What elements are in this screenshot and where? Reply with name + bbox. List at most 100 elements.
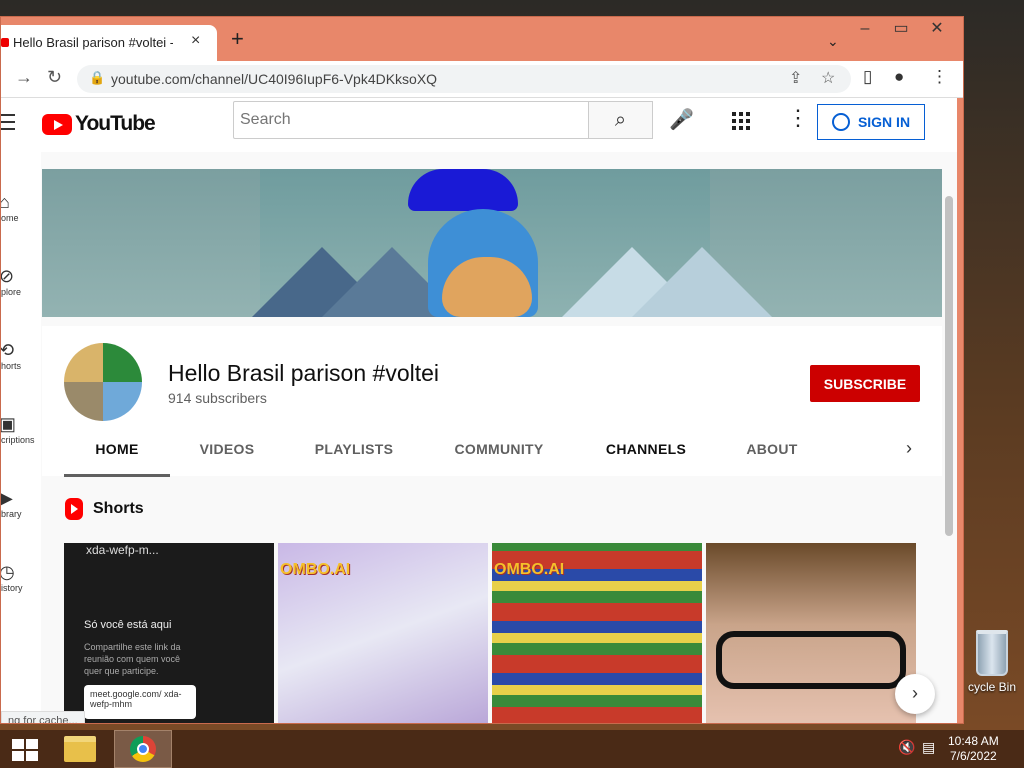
reload-icon[interactable]: ↻ bbox=[47, 67, 62, 88]
file-explorer-icon[interactable] bbox=[64, 736, 96, 762]
next-arrow-button[interactable]: › bbox=[895, 674, 935, 714]
home-icon: ⌂ bbox=[1, 192, 41, 213]
sidebar-item-explore[interactable]: ⊘plore bbox=[1, 266, 41, 297]
short-thumbnail[interactable]: OMBO.AI bbox=[492, 543, 702, 723]
youtube-logo-text: YouTube bbox=[75, 112, 156, 135]
youtube-play-icon bbox=[42, 113, 72, 135]
search-box[interactable] bbox=[233, 101, 589, 139]
sidebar-item-shorts[interactable]: ⟲horts bbox=[1, 340, 41, 371]
sidebar-item-label: criptions bbox=[1, 435, 35, 445]
character-hat bbox=[408, 169, 518, 211]
chrome-menu-icon[interactable]: ⋮ bbox=[931, 67, 948, 87]
thumbnail-link-box: meet.google.com/ xda-wefp-mhm bbox=[84, 685, 196, 719]
subscriptions-icon: ▣ bbox=[1, 414, 41, 435]
thumbnail-watermark: OMBO.AI bbox=[280, 561, 351, 578]
browser-toolbar: → ↻ 🔒 youtube.com/channel/UC40I96IupF6-V… bbox=[1, 61, 963, 98]
youtube-page: YouTube ⌕ 🎤 ⋮ SIGN IN ⌂ome ⊘plore ⟲horts… bbox=[1, 98, 957, 723]
youtube-logo[interactable]: YouTube bbox=[42, 112, 156, 135]
close-window-button[interactable]: ✕ bbox=[919, 17, 955, 45]
tab-community[interactable]: COMMUNITY bbox=[444, 424, 554, 474]
sign-in-button[interactable]: SIGN IN bbox=[817, 104, 925, 140]
sidebar-item-home[interactable]: ⌂ome bbox=[1, 192, 41, 223]
chrome-taskbar-button[interactable] bbox=[114, 730, 172, 768]
new-tab-button[interactable]: + bbox=[231, 28, 244, 50]
short-thumbnail[interactable]: xda-wefp-m... Só você está aqui Comparti… bbox=[64, 543, 274, 723]
share-icon[interactable]: ⇪ bbox=[789, 68, 802, 88]
thumbnail-subtext: Compartilhe este link da reunião com que… bbox=[84, 642, 181, 676]
menu-icon[interactable] bbox=[1, 114, 15, 135]
subscriber-count: 914 subscribers bbox=[168, 390, 267, 406]
short-thumbnail[interactable] bbox=[706, 543, 916, 723]
system-clock[interactable]: 10:48 AM 7/6/2022 bbox=[948, 734, 999, 764]
status-bar: ng for cache... bbox=[1, 711, 85, 723]
sidebar-item-library[interactable]: ▶brary bbox=[1, 488, 41, 519]
tab-videos[interactable]: VIDEOS bbox=[184, 424, 270, 474]
youtube-header: YouTube ⌕ 🎤 ⋮ SIGN IN bbox=[1, 98, 957, 152]
bookmark-star-icon[interactable]: ☆ bbox=[821, 68, 835, 88]
thumbnail-message: Só você está aqui bbox=[84, 619, 172, 631]
sidebar-item-label: istory bbox=[1, 583, 23, 593]
minimize-button[interactable]: – bbox=[847, 17, 883, 45]
address-bar[interactable]: 🔒 youtube.com/channel/UC40I96IupF6-Vpk4D… bbox=[77, 65, 851, 93]
settings-dots-icon[interactable]: ⋮ bbox=[787, 107, 809, 129]
shorts-icon: ⟲ bbox=[1, 340, 41, 361]
recycle-bin-icon bbox=[976, 630, 1008, 676]
page-scrollbar[interactable] bbox=[945, 196, 953, 536]
url-text[interactable]: youtube.com/channel/UC40I96IupF6-Vpk4DKk… bbox=[111, 71, 437, 87]
microphone-icon[interactable]: 🎤 bbox=[669, 107, 694, 132]
tab-close-icon[interactable]: × bbox=[191, 32, 200, 50]
apps-grid-icon[interactable] bbox=[732, 112, 750, 130]
tab-about[interactable]: ABOUT bbox=[734, 424, 810, 474]
thumbnail-watermark: OMBO.AI bbox=[494, 561, 565, 578]
profile-icon[interactable]: ● bbox=[894, 67, 904, 87]
search-input[interactable] bbox=[234, 102, 582, 138]
clock-time: 10:48 AM bbox=[948, 734, 999, 748]
shorts-header: Shorts bbox=[65, 498, 144, 520]
browser-window: Hello Brasil parison #voltei - You × + ⌄… bbox=[0, 16, 964, 724]
sidebar-item-history[interactable]: ◷istory bbox=[1, 562, 41, 593]
tab-home[interactable]: HOME bbox=[64, 424, 170, 477]
tab-channels[interactable]: CHANNELS bbox=[594, 424, 698, 474]
channel-banner bbox=[42, 169, 942, 317]
lock-icon[interactable]: 🔒 bbox=[89, 70, 105, 86]
tab-playlists[interactable]: PLAYLISTS bbox=[304, 424, 404, 474]
subscribe-button[interactable]: SUBSCRIBE bbox=[810, 365, 920, 402]
browser-tab[interactable]: Hello Brasil parison #voltei - You × bbox=[1, 25, 217, 61]
recycle-bin-label: cycle Bin bbox=[967, 680, 1017, 694]
chevron-right-icon: › bbox=[912, 683, 918, 703]
short-thumbnail[interactable]: OMBO.AI bbox=[278, 543, 488, 723]
glasses-shape bbox=[716, 631, 906, 689]
account-icon bbox=[831, 113, 850, 131]
explore-icon: ⊘ bbox=[1, 266, 41, 287]
sidebar-item-label: plore bbox=[1, 287, 22, 297]
tab-search-chevron-icon[interactable]: ⌄ bbox=[827, 33, 839, 50]
recycle-bin[interactable]: cycle Bin bbox=[962, 630, 1022, 694]
sidebar-item-label: brary bbox=[1, 509, 22, 519]
volume-muted-icon[interactable]: 🔇 bbox=[898, 739, 915, 756]
search-button[interactable]: ⌕ bbox=[589, 101, 653, 139]
tabs-scroll-right-icon[interactable]: › bbox=[906, 438, 912, 459]
forward-icon[interactable]: → bbox=[15, 67, 33, 88]
side-panel-icon[interactable]: ▯ bbox=[863, 67, 872, 87]
history-icon: ◷ bbox=[1, 562, 41, 583]
clock-date: 7/6/2022 bbox=[949, 749, 997, 763]
search-icon: ⌕ bbox=[614, 109, 627, 131]
sidebar-item-label: horts bbox=[1, 361, 22, 371]
sidebar-item-subscriptions[interactable]: ▣criptions bbox=[1, 414, 41, 445]
channel-header: Hello Brasil parison #voltei 914 subscri… bbox=[42, 326, 942, 477]
youtube-favicon-icon bbox=[1, 38, 9, 47]
sidebar: ⌂ome ⊘plore ⟲horts ▣criptions ▶brary ◷is… bbox=[1, 152, 41, 723]
tab-strip: Hello Brasil parison #voltei - You × + ⌄… bbox=[1, 17, 963, 61]
library-icon: ▶ bbox=[1, 488, 41, 509]
chrome-icon bbox=[130, 736, 156, 762]
shorts-logo-icon bbox=[65, 498, 83, 520]
channel-avatar[interactable] bbox=[64, 343, 142, 421]
start-button[interactable] bbox=[12, 739, 38, 761]
thumbnail-top-text: xda-wefp-m... bbox=[86, 543, 159, 557]
network-icon[interactable]: ▤ bbox=[922, 739, 935, 756]
tab-title: Hello Brasil parison #voltei - You bbox=[13, 35, 173, 50]
maximize-button[interactable]: ▭ bbox=[883, 17, 919, 45]
channel-name: Hello Brasil parison #voltei bbox=[168, 360, 440, 386]
sign-in-label: SIGN IN bbox=[857, 114, 911, 130]
sidebar-item-label: ome bbox=[1, 213, 19, 223]
